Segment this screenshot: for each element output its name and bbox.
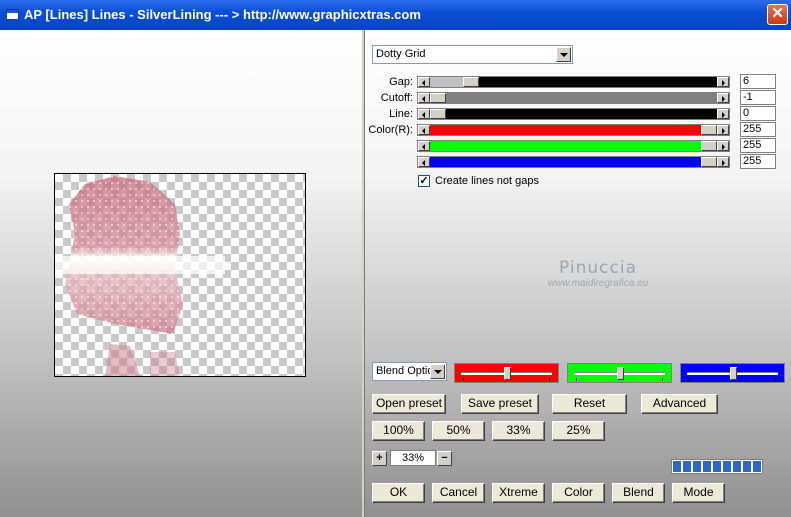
gap-label: Gap: (389, 76, 413, 88)
preset-dropdown[interactable]: Dotty Grid (372, 45, 573, 64)
cutoff-value-field[interactable]: -1 (740, 90, 776, 105)
line-label: Line: (389, 108, 413, 120)
open-preset-button[interactable]: Open preset (372, 394, 446, 414)
red-blend-slider[interactable] (454, 363, 559, 383)
color-button[interactable]: Color (552, 483, 605, 503)
chevron-right-icon[interactable] (717, 77, 729, 87)
slider-thumb[interactable] (430, 93, 446, 103)
preset-dropdown-value: Dotty Grid (376, 48, 426, 60)
advanced-button[interactable]: Advanced (641, 394, 718, 414)
ok-button[interactable]: OK (372, 483, 425, 503)
zoom-in-button[interactable]: + (372, 451, 387, 466)
chevron-right-icon[interactable] (717, 109, 729, 119)
color-blue-slider[interactable] (417, 156, 730, 168)
green-blend-slider[interactable] (567, 363, 672, 383)
progress-segment (703, 461, 711, 472)
blend-button[interactable]: Blend (612, 483, 665, 503)
color-red-slider[interactable] (417, 124, 730, 136)
chevron-right-icon[interactable] (717, 93, 729, 103)
gap-value-field[interactable]: 6 (740, 74, 776, 89)
zoom-50-button[interactable]: 50% (432, 421, 485, 441)
chevron-left-icon[interactable] (418, 109, 430, 119)
mode-button[interactable]: Mode (672, 483, 725, 503)
preview-image[interactable] (54, 173, 306, 377)
progress-segment (673, 461, 681, 472)
chevron-left-icon[interactable] (418, 141, 430, 151)
chevron-left-icon[interactable] (418, 157, 430, 167)
zoom-out-button[interactable]: − (437, 451, 452, 466)
progress-segment (713, 461, 721, 472)
chevron-left-icon[interactable] (418, 93, 430, 103)
blend-options-dropdown[interactable]: Blend Optio (372, 362, 447, 381)
preview-pane (0, 30, 362, 517)
chevron-down-icon[interactable] (430, 364, 445, 379)
blue-blend-slider[interactable] (680, 363, 785, 383)
slider-thumb[interactable] (730, 367, 737, 380)
line-slider[interactable] (417, 108, 730, 120)
color-blue-value-field[interactable]: 255 (740, 154, 776, 169)
chevron-right-icon[interactable] (717, 141, 729, 151)
line-value-field[interactable]: 0 (740, 106, 776, 121)
slider-thumb[interactable] (701, 125, 717, 135)
xtreme-button[interactable]: Xtreme (492, 483, 545, 503)
create-lines-checkbox[interactable]: ✓ (418, 175, 430, 187)
watermark: Pinuccia www.maidiregrafica.eu (536, 258, 660, 289)
title-bar: AP [Lines] Lines - SilverLining --- > ht… (0, 0, 791, 30)
slider-thumb[interactable] (430, 109, 446, 119)
create-lines-label: Create lines not gaps (435, 175, 539, 187)
chevron-right-icon[interactable] (717, 157, 729, 167)
zoom-25-button[interactable]: 25% (552, 421, 605, 441)
cutoff-slider[interactable] (417, 92, 730, 104)
progress-segment (723, 461, 731, 472)
reset-button[interactable]: Reset (552, 394, 627, 414)
color-red-value-field[interactable]: 255 (740, 122, 776, 137)
slider-thumb[interactable] (701, 157, 717, 167)
cutoff-label: Cutoff: (380, 92, 413, 104)
progress-segment (683, 461, 691, 472)
close-button[interactable]: ✕ (767, 4, 788, 25)
color-green-value-field[interactable]: 255 (740, 138, 776, 153)
cancel-button[interactable]: Cancel (432, 483, 485, 503)
slider-thumb[interactable] (463, 77, 479, 87)
chevron-down-icon[interactable] (556, 47, 571, 62)
window-title: AP [Lines] Lines - SilverLining --- > ht… (24, 7, 421, 22)
slider-thumb[interactable] (617, 367, 624, 380)
chevron-left-icon[interactable] (418, 125, 430, 135)
preview-artwork (55, 176, 225, 376)
progress-segment (743, 461, 751, 472)
blend-options-value: Blend Optio (376, 365, 434, 377)
gap-slider[interactable] (417, 76, 730, 88)
watermark-url: www.maidiregrafica.eu (547, 278, 649, 289)
zoom-33-button[interactable]: 33% (492, 421, 545, 441)
watermark-name: Pinuccia (559, 258, 637, 278)
chevron-left-icon[interactable] (418, 77, 430, 87)
slider-thumb[interactable] (504, 367, 511, 380)
chevron-right-icon[interactable] (717, 125, 729, 135)
progress-segment (733, 461, 741, 472)
zoom-100-button[interactable]: 100% (372, 421, 425, 441)
color-red-label: Color(R): (368, 124, 413, 136)
progress-segment (693, 461, 701, 472)
save-preset-button[interactable]: Save preset (461, 394, 539, 414)
progress-bar (671, 459, 763, 474)
window-icon (6, 9, 19, 20)
slider-thumb[interactable] (701, 141, 717, 151)
zoom-level-field[interactable]: 33% (390, 450, 436, 466)
progress-segment (753, 461, 761, 472)
color-green-slider[interactable] (417, 140, 730, 152)
